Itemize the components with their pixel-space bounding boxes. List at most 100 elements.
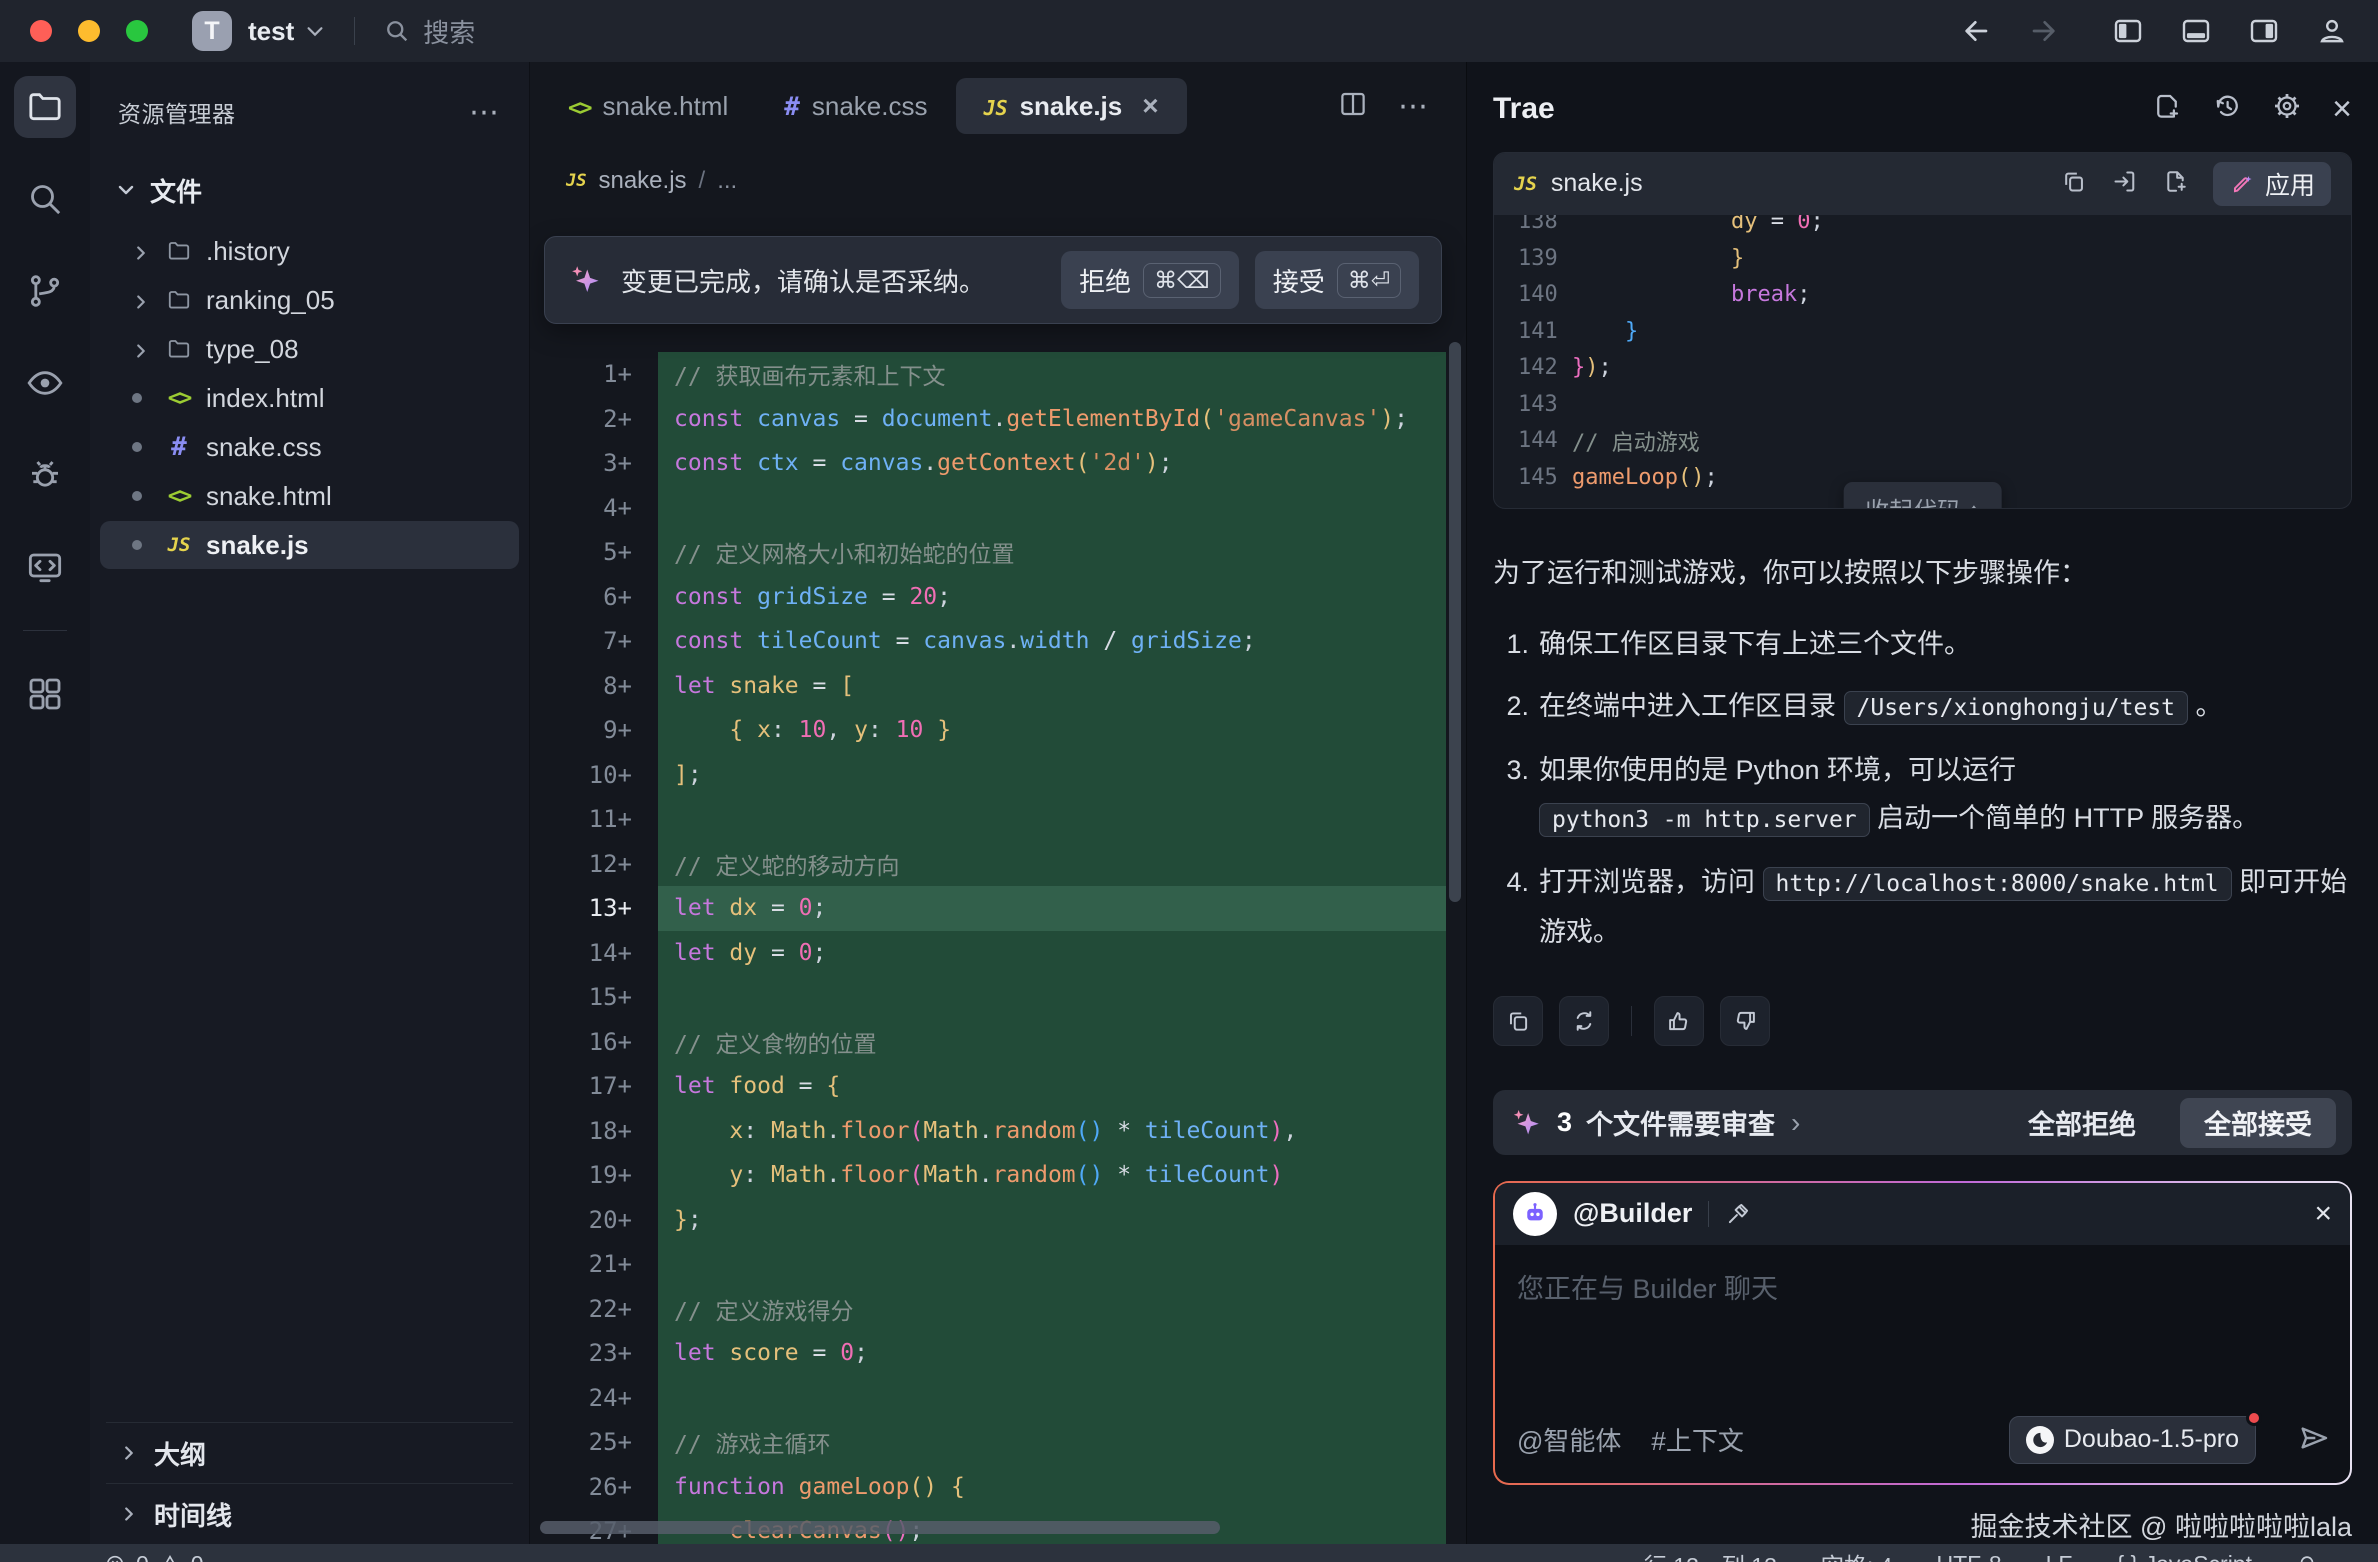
tab-snake.js[interactable]: JSsnake.js×	[956, 78, 1187, 134]
activity-search[interactable]	[14, 168, 76, 230]
split-editor-icon[interactable]	[1338, 89, 1368, 124]
code-text[interactable]	[658, 975, 1446, 1020]
file-tree-item[interactable]: JSsnake.js	[100, 521, 519, 569]
files-section-header[interactable]: 文件	[90, 166, 529, 214]
code-text[interactable]: }	[1572, 240, 2351, 277]
code-text[interactable]: ];	[658, 753, 1446, 798]
code-text[interactable]: dy = 0;	[1572, 215, 2351, 241]
code-text[interactable]: break;	[1572, 277, 2351, 314]
code-text[interactable]: { x: 10, y: 10 }	[658, 708, 1446, 753]
code-text[interactable]: const gridSize = 20;	[658, 575, 1446, 620]
outline-section-header[interactable]: 大纲	[90, 1423, 529, 1483]
accept-all-button[interactable]: 全部接受	[2180, 1098, 2336, 1148]
add-context-button[interactable]: #上下文	[1651, 1421, 1743, 1458]
mention-agent-button[interactable]: @智能体	[1517, 1421, 1621, 1458]
code-text[interactable]: let dy = 0;	[658, 931, 1446, 976]
folder-tree-item[interactable]: .history	[100, 227, 519, 275]
code-text[interactable]	[658, 1376, 1446, 1421]
tools-icon[interactable]	[1725, 1201, 1751, 1227]
activity-terminal[interactable]	[14, 536, 76, 598]
code-text[interactable]: // 定义食物的位置	[658, 1020, 1446, 1065]
problems-status[interactable]: 0 0	[104, 1551, 204, 1562]
code-text[interactable]: };	[658, 1198, 1446, 1243]
vertical-scrollbar[interactable]	[1449, 342, 1461, 902]
chevron-down-icon[interactable]	[304, 20, 326, 42]
code-text[interactable]: // 定义游戏得分	[658, 1287, 1446, 1332]
code-text[interactable]: let food = {	[658, 1064, 1446, 1109]
reject-all-button[interactable]: 全部拒绝	[2028, 1103, 2136, 1142]
breadcrumb-more[interactable]: ...	[717, 167, 737, 195]
horizontal-scrollbar[interactable]	[540, 1521, 1220, 1534]
status-segment[interactable]: UTF-8	[1936, 1551, 2001, 1562]
code-text[interactable]	[658, 486, 1446, 531]
code-text[interactable]: let snake = [	[658, 664, 1446, 709]
code-text[interactable]: const canvas = document.getElementById('…	[658, 397, 1446, 442]
activity-source-control[interactable]	[14, 260, 76, 322]
breadcrumb[interactable]: JS snake.js / ...	[530, 150, 1466, 212]
code-text[interactable]: const tileCount = canvas.width / gridSiz…	[658, 619, 1446, 664]
breadcrumb-file[interactable]: snake.js	[598, 167, 686, 195]
code-text[interactable]: // 定义网格大小和初始蛇的位置	[658, 530, 1446, 575]
code-text[interactable]: const ctx = canvas.getContext('2d');	[658, 441, 1446, 486]
history-icon[interactable]	[2212, 91, 2242, 126]
timeline-section-header[interactable]: 时间线	[90, 1484, 529, 1544]
like-button[interactable]	[1654, 996, 1704, 1046]
code-text[interactable]: // 定义蛇的移动方向	[658, 842, 1446, 887]
editor-more-icon[interactable]: ⋯	[1398, 89, 1430, 124]
zoom-window-button[interactable]	[126, 20, 148, 42]
code-text[interactable]	[658, 797, 1446, 842]
navigate-forward-icon[interactable]	[2028, 15, 2060, 47]
toggle-bottom-panel-icon[interactable]	[2180, 15, 2212, 47]
status-segment[interactable]: 空格: 4	[1821, 1547, 1893, 1562]
code-text[interactable]: }	[1572, 313, 2351, 350]
folder-tree-item[interactable]: type_08	[100, 325, 519, 373]
accept-changes-button[interactable]: 接受 ⌘⏎	[1255, 251, 1419, 309]
close-panel-icon[interactable]: ×	[2332, 92, 2352, 126]
settings-icon[interactable]	[2272, 91, 2302, 126]
code-editor[interactable]: 1+// 获取画布元素和上下文2+const canvas = document…	[530, 352, 1446, 1544]
project-name[interactable]: test	[248, 16, 294, 47]
navigate-back-icon[interactable]	[1960, 15, 1992, 47]
file-tree-item[interactable]: <>index.html	[100, 374, 519, 422]
toggle-right-sidebar-icon[interactable]	[2248, 15, 2280, 47]
tab-snake.html[interactable]: <>snake.html	[540, 78, 756, 134]
project-avatar[interactable]: T	[192, 11, 232, 51]
close-chat-icon[interactable]: ×	[2314, 1197, 2332, 1231]
regenerate-button[interactable]	[1559, 996, 1609, 1046]
status-segment[interactable]: 行 13，列 13	[1644, 1547, 1777, 1562]
minimize-window-button[interactable]	[78, 20, 100, 42]
folder-tree-item[interactable]: ranking_05	[100, 276, 519, 324]
send-icon[interactable]	[2298, 1424, 2330, 1456]
file-tree-item[interactable]: <>snake.html	[100, 472, 519, 520]
code-text[interactable]: y: Math.floor(Math.random() * tileCount)	[658, 1153, 1446, 1198]
code-text[interactable]: function gameLoop() {	[658, 1465, 1446, 1510]
new-chat-icon[interactable]	[2152, 91, 2182, 126]
activity-extensions[interactable]	[14, 663, 76, 725]
code-text[interactable]: // 游戏主循环	[658, 1420, 1446, 1465]
tab-snake.css[interactable]: #snake.css	[756, 78, 955, 134]
model-selector[interactable]: Doubao-1.5-pro	[2009, 1416, 2256, 1464]
code-text[interactable]: });	[1572, 350, 2351, 387]
close-tab-icon[interactable]: ×	[1142, 90, 1158, 122]
collapse-code-button[interactable]: 收起代码 ↑	[1843, 482, 2002, 510]
notifications-bell-icon[interactable]	[2296, 1553, 2318, 1562]
toggle-left-sidebar-icon[interactable]	[2112, 15, 2144, 47]
status-segment[interactable]: { } JavaScript	[2116, 1551, 2252, 1562]
code-text[interactable]: x: Math.floor(Math.random() * tileCount)…	[658, 1109, 1446, 1154]
copy-message-button[interactable]	[1493, 996, 1543, 1046]
chat-input[interactable]: 您正在与 Builder 聊天	[1495, 1245, 2350, 1413]
copy-icon[interactable]	[2060, 168, 2087, 200]
account-icon[interactable]	[2316, 15, 2348, 47]
apply-button[interactable]: 应用	[2213, 162, 2331, 206]
dislike-button[interactable]	[1720, 996, 1770, 1046]
code-text[interactable]	[658, 1242, 1446, 1287]
close-window-button[interactable]	[30, 20, 52, 42]
activity-preview[interactable]	[14, 352, 76, 414]
code-text[interactable]	[1572, 386, 2351, 423]
status-segment[interactable]: LF	[2046, 1551, 2073, 1562]
sidebar-more-icon[interactable]: ⋯	[469, 95, 501, 130]
code-text[interactable]: let score = 0;	[658, 1331, 1446, 1376]
insert-icon[interactable]	[2111, 168, 2138, 200]
code-text[interactable]: // 获取画布元素和上下文	[658, 352, 1446, 397]
code-text[interactable]: // 启动游戏	[1572, 423, 2351, 460]
